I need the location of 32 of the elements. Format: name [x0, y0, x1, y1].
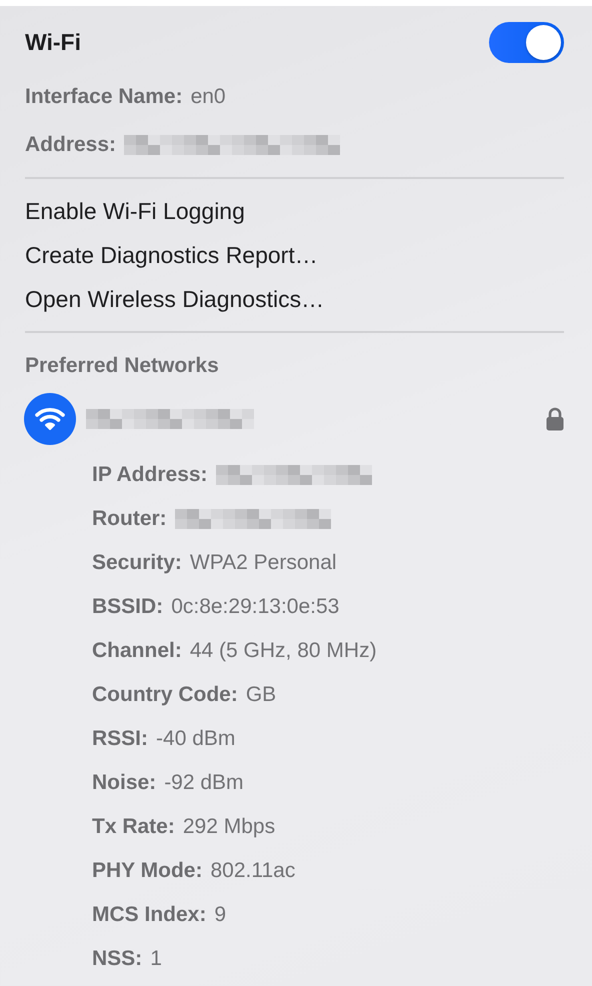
- detail-value: WPA2 Personal: [190, 551, 337, 575]
- detail-label: Channel:: [92, 639, 182, 663]
- detail-label: Country Code:: [92, 683, 238, 707]
- detail-label: NSS:: [92, 947, 142, 971]
- info-label: Interface Name:: [25, 85, 183, 109]
- detail-value: -40 dBm: [156, 727, 236, 751]
- info-label: Address:: [25, 133, 116, 157]
- wifi-icon[interactable]: [24, 393, 76, 445]
- detail-label: MCS Index:: [92, 903, 206, 927]
- detail-label: RSSI:: [92, 727, 148, 751]
- detail-value: -92 dBm: [164, 771, 244, 795]
- detail-value: 9: [214, 903, 226, 927]
- detail-value: 44 (5 GHz, 80 MHz): [190, 639, 377, 663]
- detail-value: 292 Mbps: [182, 815, 276, 839]
- section-heading: Preferred Networks: [25, 353, 220, 379]
- detail-label: IP Address:: [92, 463, 208, 487]
- menu-item[interactable]: Enable Wi-Fi Logging: [25, 189, 564, 233]
- detail-label: BSSID:: [92, 595, 164, 619]
- wifi-toggle[interactable]: [489, 22, 564, 62]
- detail-label: PHY Mode:: [92, 859, 202, 883]
- panel-title: Wi-Fi: [25, 28, 81, 56]
- detail-value: 0c:8e:29:13:0e:53: [171, 595, 340, 619]
- menu-item[interactable]: Create Diagnostics Report…: [25, 233, 564, 277]
- detail-label: Security:: [92, 551, 182, 575]
- menu-item[interactable]: Open Wireless Diagnostics…: [25, 277, 564, 321]
- info-value: en0: [190, 85, 226, 109]
- detail-label: Noise:: [92, 771, 156, 795]
- detail-value: 1: [150, 947, 162, 971]
- detail-value: 802.11ac: [210, 859, 296, 883]
- detail-label: Router:: [92, 507, 167, 531]
- detail-label: Tx Rate:: [92, 815, 175, 839]
- detail-value: GB: [246, 683, 276, 707]
